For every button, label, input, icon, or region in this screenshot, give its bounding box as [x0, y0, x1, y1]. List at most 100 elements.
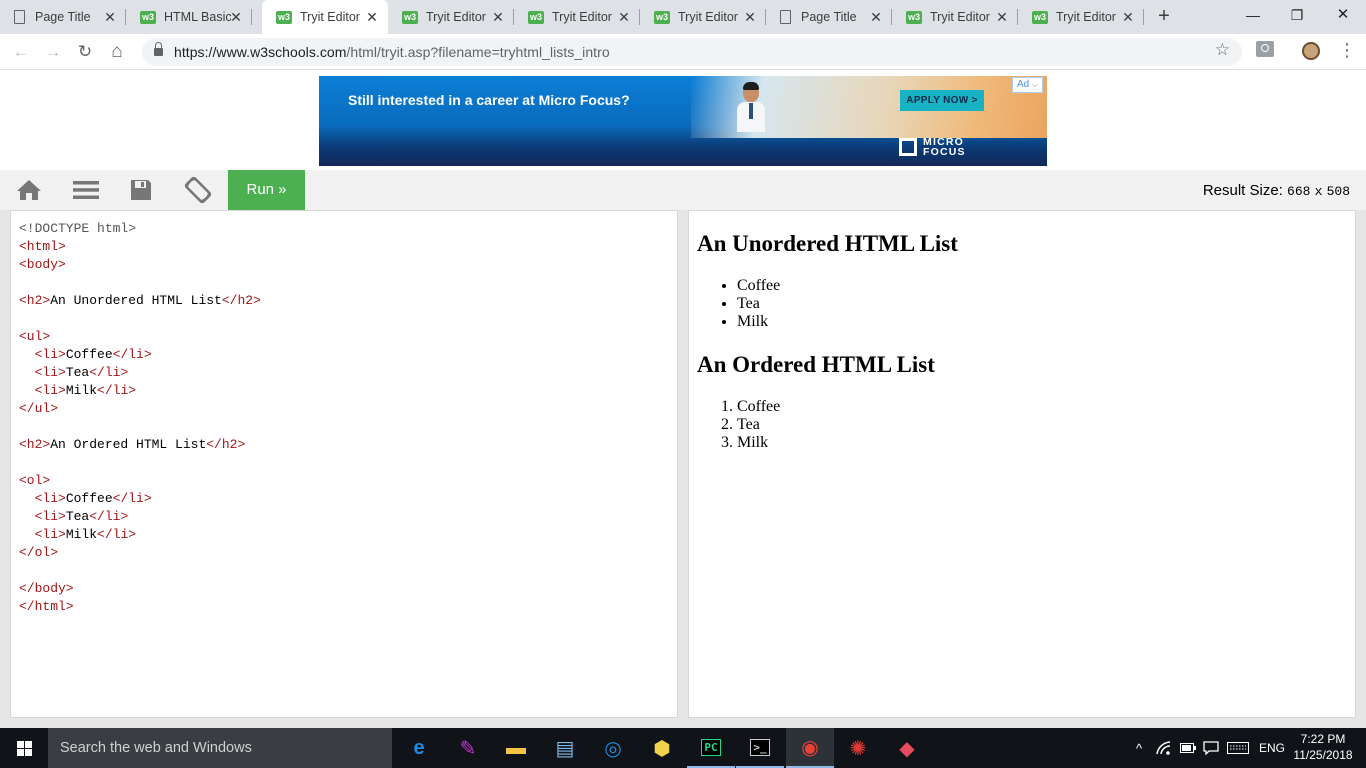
- unordered-list-item: Coffee: [737, 277, 780, 295]
- code-line: <html>: [19, 238, 261, 256]
- taskbar-app-button[interactable]: e: [395, 728, 443, 768]
- tab-close-icon[interactable]: ✕: [491, 9, 505, 25]
- restore-button[interactable]: ❐: [1274, 0, 1320, 30]
- browser-tab[interactable]: Page Title ✕: [0, 0, 126, 34]
- w3schools-icon: w3: [1032, 10, 1048, 24]
- browser-tab[interactable]: w3 Tryit Editor ✕: [514, 0, 640, 34]
- file-explorer-icon: ▬: [506, 736, 526, 759]
- browser-tab-title: Tryit Editor: [552, 10, 612, 24]
- browser-tab[interactable]: w3 Tryit Editor ✕: [1018, 0, 1144, 34]
- run-button[interactable]: Run »: [228, 170, 305, 210]
- code-token: <li>: [34, 509, 66, 524]
- browser-tab-title: Page Title: [801, 10, 857, 24]
- home-icon[interactable]: [14, 170, 44, 210]
- pycharm-icon: PC: [701, 738, 721, 756]
- browser-menu-icon[interactable]: ⋮: [1338, 38, 1356, 62]
- tab-close-icon[interactable]: ✕: [869, 9, 883, 25]
- code-line: <li>Tea</li>: [19, 508, 261, 526]
- taskbar-app-button[interactable]: ◉: [786, 728, 834, 768]
- taskbar-app-button[interactable]: ◆: [883, 728, 931, 768]
- battery-icon[interactable]: [1178, 728, 1198, 768]
- taskbar-app-button[interactable]: ▤: [541, 728, 589, 768]
- code-line: <ol>: [19, 472, 261, 490]
- code-editor[interactable]: <!DOCTYPE html> <html> <body> <h2>An Unorde…: [10, 210, 678, 718]
- code-token: <h2>: [19, 437, 51, 452]
- code-line: </ol>: [19, 544, 261, 562]
- notifications-icon[interactable]: [1201, 728, 1221, 768]
- minimize-button[interactable]: —: [1230, 0, 1276, 30]
- home-button[interactable]: ⌂: [105, 40, 129, 64]
- browser-tab[interactable]: Page Title ✕: [766, 0, 892, 34]
- code-text[interactable]: <!DOCTYPE html> <html> <body> <h2>An Unorde…: [19, 220, 261, 616]
- taskbar-search-box[interactable]: Search the web and Windows: [48, 728, 392, 768]
- menu-icon[interactable]: [70, 170, 102, 210]
- tab-close-icon[interactable]: ✕: [617, 9, 631, 25]
- browser-tab[interactable]: w3 Tryit Editor ✕: [388, 0, 514, 34]
- code-line: <h2>An Ordered HTML List</h2>: [19, 436, 261, 454]
- code-line: </ul>: [19, 400, 261, 418]
- new-tab-button[interactable]: +: [1151, 4, 1177, 30]
- save-icon[interactable]: [126, 170, 156, 210]
- taskbar-app-button[interactable]: ⬢: [638, 728, 686, 768]
- taskbar-clock[interactable]: 7:22 PM 11/25/2018: [1290, 731, 1356, 763]
- start-button[interactable]: [0, 728, 48, 768]
- browser-tab[interactable]: w3 Tryit Editor ✕: [262, 0, 388, 34]
- rotate-orientation-icon[interactable]: [182, 170, 214, 210]
- lock-icon: [154, 42, 163, 57]
- language-indicator[interactable]: ENG: [1256, 728, 1288, 768]
- back-button[interactable]: ←: [9, 40, 33, 64]
- profile-avatar[interactable]: [1302, 42, 1320, 60]
- tab-close-icon[interactable]: ✕: [995, 9, 1009, 25]
- code-token: <li>: [34, 383, 66, 398]
- code-line: <li>Tea</li>: [19, 364, 261, 382]
- keyboard-icon[interactable]: [1225, 728, 1251, 768]
- url-path: /html/tryit.asp?filename=tryhtml_lists_i…: [346, 44, 610, 60]
- tab-close-icon[interactable]: ✕: [103, 9, 117, 25]
- taskbar-app-button[interactable]: ✺: [834, 728, 882, 768]
- browser-tab[interactable]: w3 HTML Basic ✕: [126, 0, 252, 34]
- ad-badge-label: Ad: [1017, 79, 1030, 90]
- tab-close-icon[interactable]: ✕: [1121, 9, 1135, 25]
- ad-apply-button[interactable]: APPLY NOW >: [900, 90, 984, 111]
- tab-close-icon[interactable]: ✕: [743, 9, 757, 25]
- outlook-icon: ◎: [604, 737, 622, 760]
- taskbar-app-button[interactable]: PC: [687, 728, 735, 768]
- network-icon[interactable]: [1154, 728, 1174, 768]
- bookmark-star-icon[interactable]: ☆: [1215, 40, 1230, 60]
- taskbar-app-button[interactable]: ◎: [589, 728, 637, 768]
- code-token: </ol>: [19, 545, 59, 560]
- page-icon: [780, 10, 791, 24]
- logo-line-2: FOCUS: [923, 146, 966, 158]
- ad-banner[interactable]: Still interested in a career at Micro Fo…: [319, 76, 1047, 166]
- taskbar-app-button[interactable]: >_: [736, 728, 784, 768]
- close-window-button[interactable]: ✕: [1320, 0, 1366, 30]
- tray-overflow-chevron-icon[interactable]: ^: [1130, 728, 1148, 768]
- result-width: 668: [1287, 184, 1311, 199]
- micro-focus-logo: MICRO FOCUS: [899, 135, 966, 159]
- clock-date: 11/25/2018: [1293, 748, 1353, 762]
- extension-search-icon[interactable]: [1256, 41, 1274, 57]
- url-text[interactable]: https://www.w3schools.com/html/tryit.asp…: [174, 44, 610, 60]
- notepad-icon: ▤: [555, 737, 575, 760]
- code-line: <h2>An Unordered HTML List</h2>: [19, 292, 261, 310]
- code-token: <ol>: [19, 473, 51, 488]
- taskbar-app-button[interactable]: ▬: [492, 728, 540, 768]
- browser-tab[interactable]: w3 Tryit Editor ✕: [640, 0, 766, 34]
- reload-button[interactable]: ↻: [73, 40, 97, 64]
- code-token: An Ordered HTML List: [50, 437, 207, 452]
- tab-close-icon[interactable]: ✕: [229, 9, 243, 25]
- browser-tab[interactable]: w3 Tryit Editor ✕: [892, 0, 1018, 34]
- taskbar-app-button[interactable]: ✎: [444, 728, 492, 768]
- unordered-list-item: Milk: [737, 313, 780, 331]
- browser-tab-title: Tryit Editor: [1056, 10, 1116, 24]
- forward-button[interactable]: →: [41, 40, 65, 64]
- address-bar[interactable]: https://www.w3schools.com/html/tryit.asp…: [142, 38, 1242, 66]
- ordered-list-item: Coffee: [737, 398, 780, 416]
- ad-badge[interactable]: Ad ⌵: [1012, 77, 1044, 93]
- browser-tab-title: Tryit Editor: [426, 10, 486, 24]
- tab-close-icon[interactable]: ✕: [365, 9, 379, 25]
- browser-tab-title: Tryit Editor: [930, 10, 990, 24]
